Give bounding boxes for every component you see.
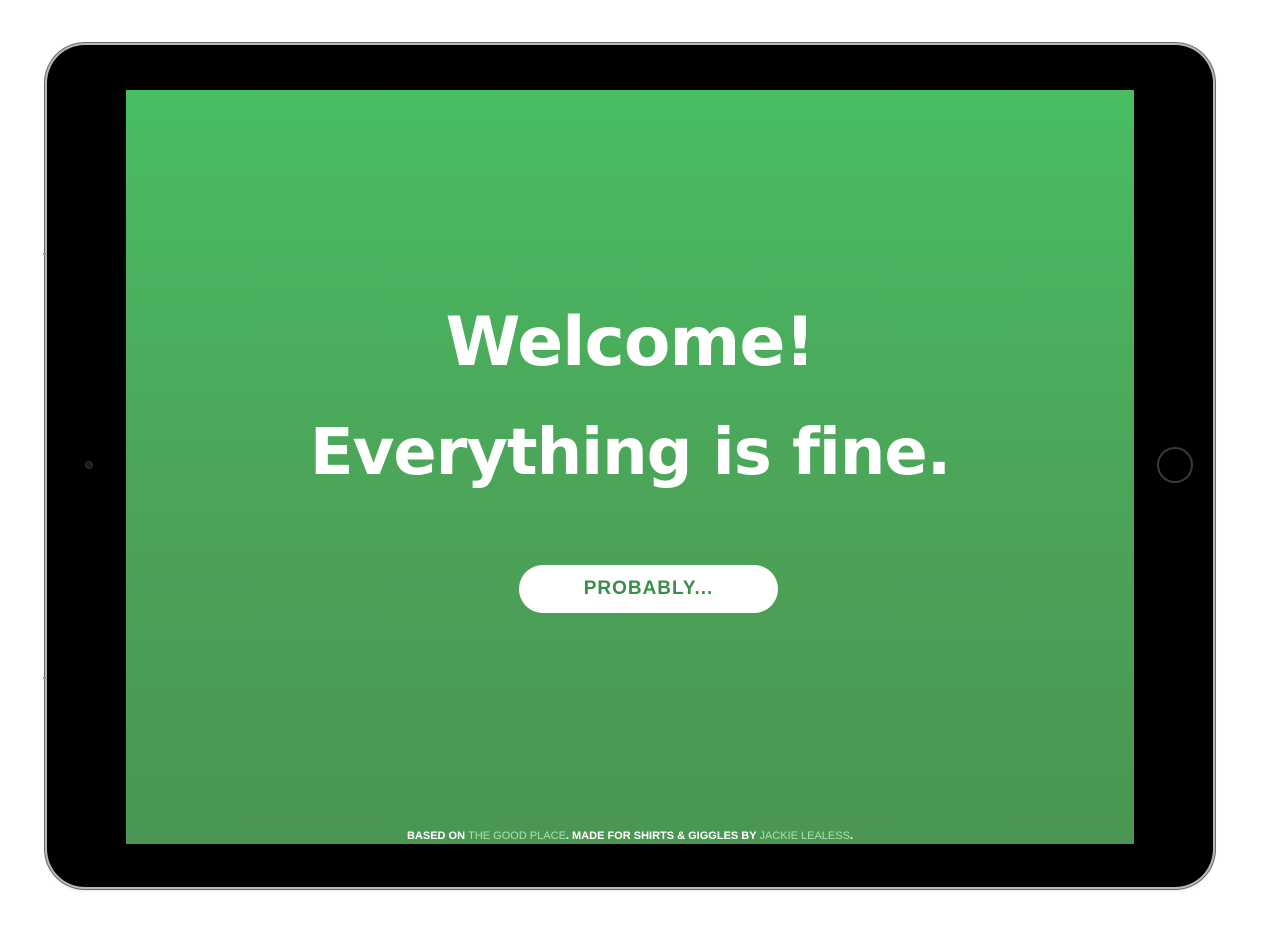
footer-middle: . MADE FOR SHIRTS & GIGGLES BY (565, 830, 760, 842)
welcome-heading: Welcome! (445, 303, 815, 382)
author-link[interactable]: JACKIE LEALESS (759, 830, 850, 842)
footer-suffix: . (849, 830, 854, 842)
footer-prefix: BASED ON (406, 830, 469, 842)
footer-credits: BASED ON THE GOOD PLACE. MADE FOR SHIRTS… (126, 830, 1134, 842)
volume-down-button (43, 677, 46, 679)
front-camera-icon (85, 461, 93, 469)
tablet-frame: Welcome! Everything is fine. PROBABLY...… (43, 45, 1213, 887)
app-screen: Welcome! Everything is fine. PROBABLY...… (126, 90, 1134, 844)
the-good-place-link[interactable]: THE GOOD PLACE (468, 830, 566, 842)
subheading: Everything is fine. (309, 416, 951, 490)
volume-up-button (43, 253, 46, 255)
probably-button[interactable]: PROBABLY... (519, 565, 778, 613)
home-button-icon[interactable] (1157, 447, 1193, 483)
